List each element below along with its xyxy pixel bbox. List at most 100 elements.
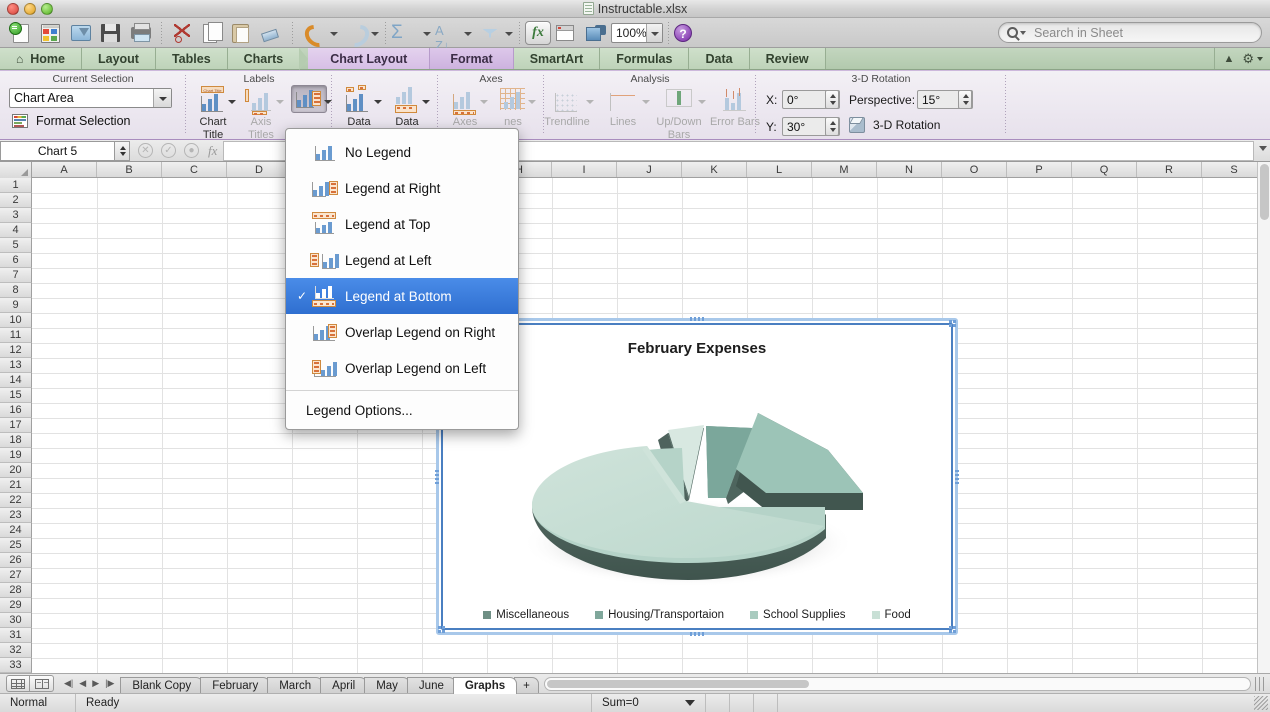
3d-rotation-button[interactable]: 3-D Rotation (849, 117, 940, 133)
row-header-17[interactable]: 17 (0, 418, 32, 433)
column-header-b[interactable]: B (97, 162, 162, 177)
chart-handle-bottom-left[interactable] (438, 626, 445, 633)
vertical-scroll-thumb[interactable] (1260, 164, 1269, 220)
normal-view-button[interactable] (6, 675, 30, 692)
column-header-k[interactable]: K (682, 162, 747, 177)
chart-title-button[interactable]: Chart Title Here Chart Title (190, 85, 236, 141)
column-header-a[interactable]: A (32, 162, 97, 177)
perspective-input[interactable]: 15° (917, 90, 973, 109)
axis-titles-dropdown-arrow[interactable] (276, 100, 284, 104)
rotation-x-input[interactable]: 0° (782, 90, 840, 109)
autosum-dropdown-arrow[interactable] (421, 20, 432, 46)
chevron-down-icon[interactable] (1257, 56, 1263, 61)
select-all-corner[interactable] (0, 162, 32, 178)
sheet-nav-arrows[interactable]: ◀| ◀ ▶ |▶ (64, 678, 114, 689)
help-button[interactable]: ? (674, 23, 692, 42)
save-button[interactable] (96, 20, 126, 46)
tab-smartart[interactable]: SmartArt (513, 48, 601, 69)
axes-dropdown-arrow[interactable] (480, 100, 488, 104)
template-gallery-button[interactable] (36, 20, 66, 46)
row-header-29[interactable]: 29 (0, 598, 32, 613)
formula-builder-button[interactable]: fx (525, 20, 551, 45)
lines-button[interactable]: Lines (600, 85, 646, 128)
updown-bars-dropdown-arrow[interactable] (698, 100, 706, 104)
sort-dropdown-arrow[interactable] (462, 20, 473, 46)
name-box[interactable]: Chart 5 (0, 140, 114, 161)
row-header-2[interactable]: 2 (0, 193, 32, 208)
sort-button[interactable]: A Z↓ (432, 20, 462, 53)
tab-review[interactable]: Review (749, 48, 826, 69)
rotation-y-input[interactable]: 30° (782, 117, 840, 136)
rotation-x-stepper[interactable] (825, 90, 839, 109)
tab-tables[interactable]: Tables (155, 48, 228, 69)
error-bars-button[interactable]: Error Bars (708, 85, 762, 128)
menu-item-no-legend[interactable]: No Legend (286, 134, 518, 170)
chevron-down-icon[interactable] (1020, 30, 1026, 35)
row-header-30[interactable]: 30 (0, 613, 32, 628)
sheet-tab-february[interactable]: February (200, 676, 271, 694)
undo-button[interactable] (298, 20, 328, 46)
row-header-31[interactable]: 31 (0, 628, 32, 643)
sheet-tab-june[interactable]: June (406, 676, 456, 694)
axis-titles-button[interactable]: Axis Titles (238, 85, 284, 141)
chart-handle-top[interactable] (690, 317, 704, 321)
menu-item-legend-at-top[interactable]: Legend at Top (286, 206, 518, 242)
zoom-control[interactable]: 100% (611, 22, 663, 43)
undo-dropdown-arrow[interactable] (328, 20, 339, 46)
prev-sheet-icon[interactable]: ◀ (79, 678, 86, 689)
sheet-tab-may[interactable]: May (364, 676, 410, 694)
open-button[interactable] (66, 20, 96, 46)
collapse-ribbon-icon[interactable]: ▲ (1215, 53, 1242, 65)
tab-chart-layout[interactable]: Chart Layout (308, 48, 431, 69)
row-header-9[interactable]: 9 (0, 298, 32, 313)
sheet-tab-graphs[interactable]: Graphs (452, 676, 518, 694)
view-buttons[interactable] (6, 675, 54, 692)
column-header-i[interactable]: I (552, 162, 617, 177)
menu-item-overlap-legend-right[interactable]: Overlap Legend on Right (286, 314, 518, 350)
tab-data[interactable]: Data (689, 48, 750, 69)
sheet-tab-blank-copy[interactable]: Blank Copy (120, 676, 204, 694)
row-header-15[interactable]: 15 (0, 388, 32, 403)
column-header-p[interactable]: P (1007, 162, 1072, 177)
row-header-19[interactable]: 19 (0, 448, 32, 463)
column-header-o[interactable]: O (942, 162, 1007, 177)
zoom-dropdown-arrow[interactable] (646, 23, 662, 42)
row-header-7[interactable]: 7 (0, 268, 32, 283)
menu-item-legend-at-left[interactable]: Legend at Left (286, 242, 518, 278)
row-header-18[interactable]: 18 (0, 433, 32, 448)
filter-dropdown-arrow[interactable] (503, 20, 514, 46)
tab-format[interactable]: Format (430, 48, 514, 69)
tab-formulas[interactable]: Formulas (600, 48, 690, 69)
row-header-24[interactable]: 24 (0, 523, 32, 538)
formula-toggle-icon[interactable]: ● (184, 143, 199, 158)
spreadsheet-grid[interactable]: ABCDEFGHIJKLMNOPQRS 12345678910111213141… (0, 162, 1270, 673)
row-header-11[interactable]: 11 (0, 328, 32, 343)
sheet-window-button[interactable] (551, 20, 581, 46)
sheet-tab-march[interactable]: March (267, 676, 324, 694)
row-header-28[interactable]: 28 (0, 583, 32, 598)
row-header-21[interactable]: 21 (0, 478, 32, 493)
updown-bars-button[interactable]: Up/Down Bars (656, 85, 702, 141)
first-sheet-icon[interactable]: ◀| (64, 678, 73, 689)
resize-grip[interactable] (1254, 696, 1268, 710)
chart-title-dropdown-arrow[interactable] (228, 100, 236, 104)
row-header-23[interactable]: 23 (0, 508, 32, 523)
format-painter-button[interactable] (257, 20, 287, 46)
menu-item-overlap-legend-left[interactable]: Overlap Legend on Left (286, 350, 518, 386)
page-layout-view-button[interactable] (30, 675, 54, 692)
column-header-q[interactable]: Q (1072, 162, 1137, 177)
horizontal-scroll-thumb[interactable] (546, 679, 809, 688)
column-header-c[interactable]: C (162, 162, 227, 177)
chevron-down-icon[interactable] (153, 89, 171, 107)
cancel-icon[interactable]: ✕ (138, 143, 153, 158)
legend-button[interactable]: Legend (286, 85, 332, 126)
gridlines-button[interactable]: nes (490, 85, 536, 128)
row-header-20[interactable]: 20 (0, 463, 32, 478)
row-header-33[interactable]: 33 (0, 658, 32, 673)
autosum-button[interactable]: Σ (391, 20, 421, 46)
gridlines-dropdown-arrow[interactable] (528, 100, 536, 104)
media-browser-button[interactable] (581, 20, 611, 46)
add-sheet-button[interactable]: + (514, 676, 539, 694)
horizontal-scrollbar[interactable] (543, 676, 1251, 691)
new-document-button[interactable] (6, 20, 36, 46)
